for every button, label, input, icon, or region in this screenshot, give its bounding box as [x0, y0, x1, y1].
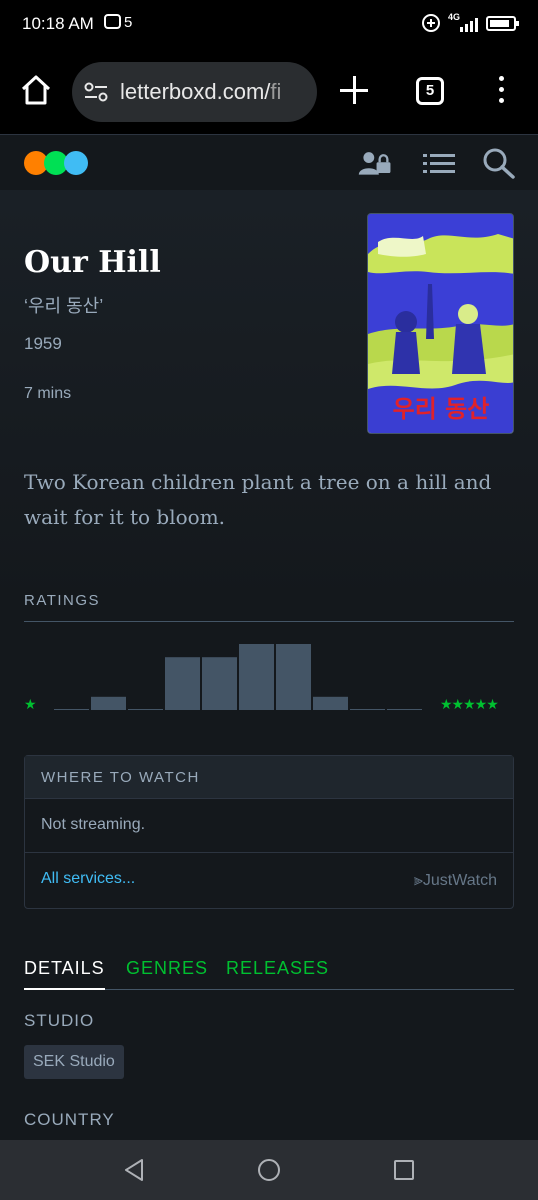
tab-genres[interactable]: GENRES: [126, 958, 208, 990]
tab-switcher-icon[interactable]: 5: [416, 77, 444, 105]
home-nav-icon[interactable]: [258, 1159, 280, 1181]
film-tagline: Two Korean children plant a tree on a hi…: [24, 470, 492, 529]
ratings-heading: RATINGS: [24, 592, 101, 609]
notification-indicator: 5: [104, 14, 132, 31]
recents-icon[interactable]: [394, 1160, 414, 1180]
tune-icon[interactable]: [84, 82, 108, 102]
details-tabs: DETAILS GENRES RELEASES: [24, 958, 514, 990]
home-icon[interactable]: [18, 72, 54, 108]
justwatch-label: JustWatch: [422, 872, 497, 889]
studio-label: STUDIO: [24, 1011, 95, 1030]
url-path: fi: [270, 79, 282, 104]
histogram-bar[interactable]: [387, 709, 422, 710]
back-icon[interactable]: [122, 1158, 146, 1182]
data-saver-icon: [422, 14, 440, 32]
profile-lock-icon[interactable]: [358, 147, 392, 179]
streaming-status: Not streaming.: [25, 799, 513, 853]
notification-count: 5: [124, 14, 133, 31]
system-navigation-bar: [0, 1140, 538, 1200]
histogram-bar[interactable]: [313, 696, 348, 710]
site-header: [0, 134, 538, 190]
country-label: COUNTRY: [24, 1110, 115, 1129]
histogram-bar[interactable]: [202, 657, 237, 710]
film-poster[interactable]: 우리 동산: [367, 213, 514, 434]
status-icons: 4G: [422, 12, 519, 32]
histogram-bar[interactable]: [54, 709, 89, 710]
message-icon: [104, 14, 121, 29]
film-runtime: 7 mins: [24, 385, 72, 402]
ratings-histogram[interactable]: [54, 630, 424, 710]
histogram-bar[interactable]: [239, 644, 274, 710]
film-year[interactable]: 1959: [24, 334, 62, 354]
poster-image: 우리 동산: [368, 214, 513, 433]
plus-icon[interactable]: [340, 76, 370, 106]
tab-details[interactable]: DETAILS: [24, 958, 105, 990]
where-to-watch-footer: All services... ⫸JustWatch: [25, 853, 513, 908]
ratings-divider: [24, 621, 514, 622]
film-page: Our Hill ‘우리 동산’ 1959 7 mins 우리 동산 Two K…: [0, 190, 538, 1140]
tab-releases[interactable]: RELEASES: [226, 958, 329, 990]
where-to-watch-panel: WHERE TO WATCH Not streaming. All servic…: [24, 755, 514, 909]
histogram-bar[interactable]: [128, 709, 163, 710]
play-icon: ⫸: [413, 872, 423, 889]
all-services-link[interactable]: All services...: [41, 870, 135, 888]
url-text[interactable]: letterboxd.com/fi: [120, 79, 281, 105]
address-bar[interactable]: letterboxd.com/fi: [72, 62, 317, 122]
histogram-bar[interactable]: [350, 709, 385, 710]
menu-icon[interactable]: [422, 147, 456, 179]
battery-icon: [486, 15, 519, 31]
browser-toolbar: letterboxd.com/fi 5: [0, 52, 538, 134]
search-icon[interactable]: [482, 147, 516, 179]
network-type: 4G: [448, 12, 461, 22]
original-title: ‘우리 동산’: [24, 296, 104, 316]
studio-chip[interactable]: SEK Studio: [24, 1045, 124, 1079]
rating-high-stars: ★★★★★: [440, 696, 499, 712]
url-host: letterboxd.com/: [120, 79, 271, 104]
where-to-watch-heading: WHERE TO WATCH: [25, 756, 513, 799]
rating-low-star: ★: [24, 696, 37, 712]
histogram-bar[interactable]: [91, 696, 126, 710]
letterboxd-logo[interactable]: [24, 151, 88, 175]
justwatch-link[interactable]: ⫸JustWatch: [414, 872, 497, 890]
signal-icon: 4G: [448, 12, 478, 32]
status-time: 10:18 AM: [22, 14, 94, 33]
poster-title: 우리 동산: [393, 395, 490, 423]
histogram-bar[interactable]: [276, 644, 311, 710]
film-title: Our Hill: [24, 245, 161, 280]
status-bar: 10:18 AM 5 4G: [0, 0, 538, 52]
histogram-bar[interactable]: [165, 657, 200, 710]
more-vert-icon[interactable]: [496, 76, 506, 106]
